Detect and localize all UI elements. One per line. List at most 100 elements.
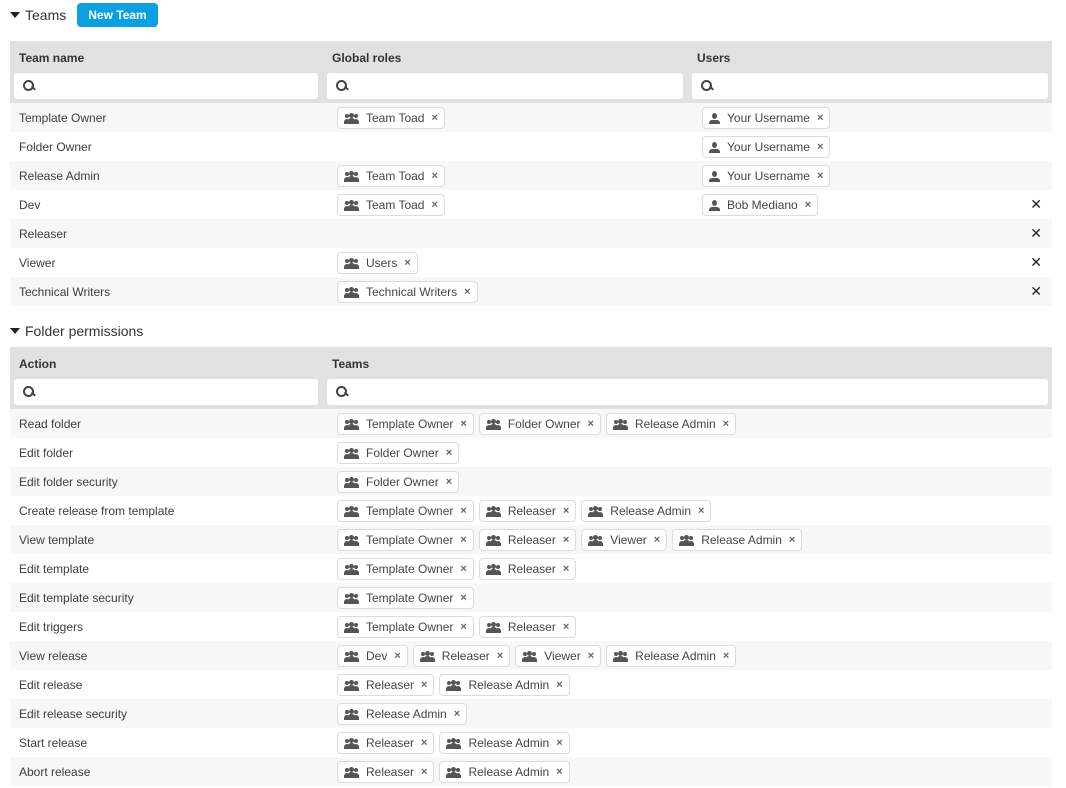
teams-cell: Releaser × Release Admin × bbox=[337, 674, 570, 696]
remove-chip-icon[interactable]: × bbox=[431, 112, 437, 124]
delete-team-icon[interactable]: ✕ bbox=[1030, 225, 1042, 242]
table-row: Release Admin Team Toad × Your Username × bbox=[10, 161, 1052, 190]
remove-chip-icon[interactable]: × bbox=[556, 737, 562, 749]
teams-cell: Template Owner × Releaser × Viewer × Release A… bbox=[337, 529, 803, 551]
teams-cell: Dev × Releaser × Viewer × Release Admin × bbox=[337, 645, 737, 667]
remove-chip-icon[interactable]: × bbox=[654, 534, 660, 546]
remove-chip-icon[interactable]: × bbox=[460, 534, 466, 546]
remove-chip-icon[interactable]: × bbox=[817, 170, 823, 182]
delete-team-icon[interactable]: ✕ bbox=[1030, 196, 1042, 213]
global-roles-cell: Team Toad × bbox=[337, 165, 445, 187]
remove-chip-icon[interactable]: × bbox=[563, 505, 569, 517]
group-icon bbox=[446, 737, 462, 749]
team-chip: Releaser × bbox=[478, 529, 577, 551]
chip-label: Users bbox=[366, 256, 398, 270]
folder-permissions-section-toggle[interactable]: Folder permissions bbox=[10, 323, 143, 339]
remove-chip-icon[interactable]: × bbox=[556, 679, 562, 691]
teams-table-header: Team name Global roles Users bbox=[10, 41, 1052, 103]
users-search-input[interactable] bbox=[717, 74, 1048, 98]
chip-label: Releaser bbox=[441, 649, 490, 663]
teams-table: Team name Global roles Users Template Ow… bbox=[10, 41, 1052, 306]
remove-chip-icon[interactable]: × bbox=[588, 418, 594, 430]
group-icon bbox=[612, 418, 628, 430]
group-icon bbox=[344, 708, 359, 720]
group-icon bbox=[419, 650, 435, 662]
team-chip: Releaser × bbox=[412, 645, 511, 667]
chip-label: Template Owner bbox=[366, 591, 454, 605]
teams-cell: Folder Owner × bbox=[337, 471, 460, 493]
group-icon bbox=[344, 418, 359, 430]
group-icon bbox=[485, 505, 501, 517]
remove-chip-icon[interactable]: × bbox=[556, 766, 562, 778]
group-icon bbox=[344, 286, 359, 298]
group-icon bbox=[446, 679, 462, 691]
teams-table-body: Template Owner Team Toad × Your Username × Fo… bbox=[10, 103, 1052, 306]
group-icon bbox=[485, 563, 501, 575]
action-search[interactable] bbox=[14, 379, 318, 405]
remove-chip-icon[interactable]: × bbox=[817, 141, 823, 153]
remove-chip-icon[interactable]: × bbox=[464, 286, 470, 298]
remove-chip-icon[interactable]: × bbox=[394, 650, 400, 662]
table-row: Edit template Template Owner × Releaser × bbox=[10, 554, 1052, 583]
chip-label: Release Admin bbox=[701, 533, 782, 547]
team-chip: Dev × bbox=[337, 645, 408, 667]
remove-chip-icon[interactable]: × bbox=[460, 505, 466, 517]
remove-chip-icon[interactable]: × bbox=[460, 592, 466, 604]
remove-chip-icon[interactable]: × bbox=[563, 534, 569, 546]
remove-chip-icon[interactable]: × bbox=[563, 563, 569, 575]
group-icon bbox=[522, 650, 538, 662]
teams-section-toggle[interactable]: Teams bbox=[10, 7, 66, 23]
team-chip: Releaser × bbox=[337, 674, 435, 696]
team-chip: Release Admin × bbox=[439, 732, 570, 754]
remove-chip-icon[interactable]: × bbox=[563, 621, 569, 633]
remove-chip-icon[interactable]: × bbox=[789, 534, 795, 546]
team-chip: Folder Owner × bbox=[337, 471, 460, 493]
chip-label: Folder Owner bbox=[507, 417, 581, 431]
team-name-search-input[interactable] bbox=[39, 74, 318, 98]
permission-action: View release bbox=[19, 649, 88, 663]
remove-chip-icon[interactable]: × bbox=[497, 650, 503, 662]
remove-chip-icon[interactable]: × bbox=[421, 766, 427, 778]
remove-chip-icon[interactable]: × bbox=[460, 563, 466, 575]
teams-search[interactable] bbox=[327, 379, 1048, 405]
teams-search-input[interactable] bbox=[352, 380, 1048, 404]
remove-chip-icon[interactable]: × bbox=[446, 476, 452, 488]
delete-team-icon[interactable]: ✕ bbox=[1030, 254, 1042, 271]
remove-chip-icon[interactable]: × bbox=[404, 257, 410, 269]
remove-chip-icon[interactable]: × bbox=[460, 621, 466, 633]
remove-chip-icon[interactable]: × bbox=[421, 737, 427, 749]
global-roles-search[interactable] bbox=[327, 73, 683, 99]
new-team-button[interactable]: New Team bbox=[77, 3, 158, 27]
remove-chip-icon[interactable]: × bbox=[460, 418, 466, 430]
group-icon bbox=[344, 592, 359, 604]
users-search[interactable] bbox=[692, 73, 1048, 99]
remove-chip-icon[interactable]: × bbox=[588, 650, 594, 662]
column-header-action: Action bbox=[19, 357, 57, 371]
global-roles-search-input[interactable] bbox=[352, 74, 683, 98]
remove-chip-icon[interactable]: × bbox=[698, 505, 704, 517]
group-icon bbox=[588, 534, 604, 546]
remove-chip-icon[interactable]: × bbox=[723, 650, 729, 662]
team-chip: Template Owner × bbox=[337, 529, 474, 551]
chip-label: Team Toad bbox=[366, 169, 425, 183]
teams-cell: Folder Owner × bbox=[337, 442, 460, 464]
teams-cell: Template Owner × bbox=[337, 587, 474, 609]
remove-chip-icon[interactable]: × bbox=[805, 199, 811, 211]
remove-chip-icon[interactable]: × bbox=[431, 199, 437, 211]
teams-cell: Template Owner × Folder Owner × Release Admi… bbox=[337, 413, 737, 435]
remove-chip-icon[interactable]: × bbox=[431, 170, 437, 182]
remove-chip-icon[interactable]: × bbox=[817, 112, 823, 124]
column-header-global-roles: Global roles bbox=[332, 51, 402, 65]
remove-chip-icon[interactable]: × bbox=[421, 679, 427, 691]
table-row: Edit template security Template Owner × bbox=[10, 583, 1052, 612]
team-chip: Template Owner × bbox=[337, 587, 474, 609]
table-row: Abort release Releaser × Release Admin × bbox=[10, 757, 1052, 786]
delete-team-icon[interactable]: ✕ bbox=[1030, 283, 1042, 300]
remove-chip-icon[interactable]: × bbox=[446, 447, 452, 459]
chip-label: Template Owner bbox=[366, 504, 454, 518]
team-name-search[interactable] bbox=[14, 73, 318, 99]
action-search-input[interactable] bbox=[39, 380, 318, 404]
remove-chip-icon[interactable]: × bbox=[454, 708, 460, 720]
search-icon bbox=[23, 80, 35, 92]
remove-chip-icon[interactable]: × bbox=[723, 418, 729, 430]
